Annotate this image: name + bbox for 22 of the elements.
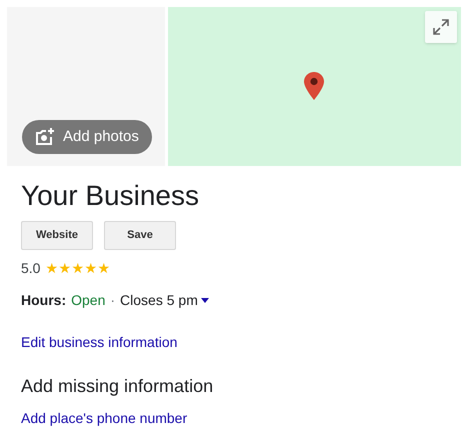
caret-icon	[200, 298, 209, 303]
section-heading: Add missing information	[21, 375, 214, 398]
star-icon: ★	[45, 261, 58, 275]
star-icon: ★	[97, 261, 110, 275]
expand-button[interactable]	[425, 11, 457, 43]
open-status: Open	[71, 291, 106, 310]
add-photo-icon	[35, 128, 55, 146]
rating-value: 5.0	[21, 258, 40, 278]
expand-icon	[432, 18, 450, 36]
hours-dropdown[interactable]: Closes 5 pm	[120, 290, 209, 311]
add-photos-button[interactable]: Add photos	[22, 120, 152, 154]
star-icon: ★	[58, 261, 72, 275]
action-button[interactable]: Save	[104, 221, 176, 250]
map-pin-icon	[304, 72, 324, 100]
add-phone-link[interactable]: Add place's phone number	[21, 408, 188, 429]
edit-info-link[interactable]: Edit business information	[21, 332, 178, 353]
star-icon: ★	[84, 261, 98, 275]
star-icon: ★	[71, 261, 84, 275]
business-name: Your Business	[21, 179, 200, 213]
hours-label: Hours:	[21, 291, 66, 310]
action-button[interactable]: Website	[21, 221, 93, 250]
separator: ·	[110, 291, 116, 310]
